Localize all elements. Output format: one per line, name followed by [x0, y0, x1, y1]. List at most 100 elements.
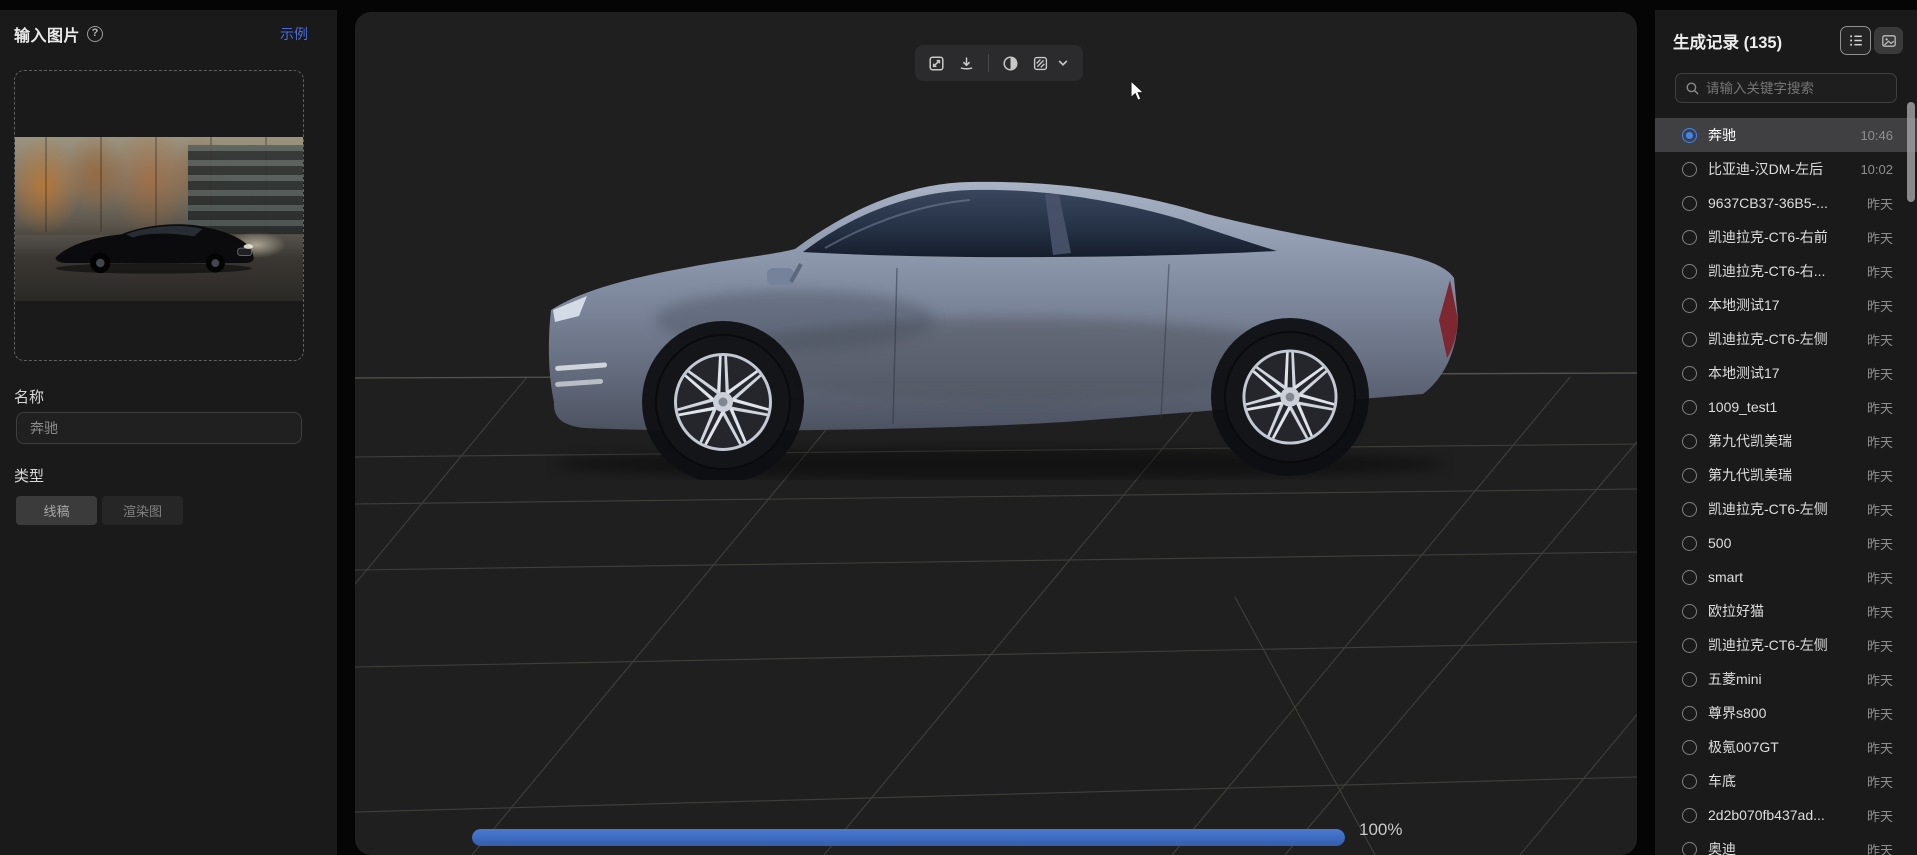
download-icon[interactable] [958, 55, 975, 72]
record-radio[interactable] [1682, 774, 1697, 789]
record-radio[interactable] [1682, 196, 1697, 211]
record-radio[interactable] [1682, 672, 1697, 687]
record-time: 昨天 [1867, 568, 1893, 587]
record-row[interactable]: 欧拉好猫 昨天 [1655, 594, 1917, 628]
record-radio[interactable] [1682, 128, 1697, 143]
record-name: 凯迪拉克-CT6-左侧 [1708, 329, 1859, 349]
record-time: 昨天 [1867, 806, 1893, 825]
image-view-button[interactable] [1874, 27, 1903, 54]
record-time: 昨天 [1867, 534, 1893, 553]
record-name: 凯迪拉克-CT6-左侧 [1708, 635, 1859, 655]
record-row[interactable]: 第九代凯美瑞 昨天 [1655, 424, 1917, 458]
model-viewport-canvas[interactable]: 100% [355, 12, 1637, 855]
record-row[interactable]: smart 昨天 [1655, 560, 1917, 594]
record-time: 昨天 [1867, 262, 1893, 281]
name-label: 名称 [14, 386, 44, 407]
progress-percent-label: 100% [1359, 820, 1402, 840]
record-time: 昨天 [1867, 840, 1893, 855]
record-time: 昨天 [1867, 602, 1893, 621]
record-name: 凯迪拉克-CT6-右前 [1708, 227, 1859, 247]
mouse-cursor [1130, 80, 1146, 102]
records-search-input[interactable] [1706, 81, 1887, 96]
record-row[interactable]: 奥迪 昨天 [1655, 832, 1917, 855]
records-search-box [1675, 73, 1897, 103]
record-time: 昨天 [1867, 228, 1893, 247]
records-scrollbar-thumb[interactable] [1907, 102, 1915, 202]
record-name: 本地测试17 [1708, 295, 1859, 315]
search-icon [1685, 81, 1700, 96]
record-time: 昨天 [1867, 330, 1893, 349]
record-row[interactable]: 凯迪拉克-CT6-右... 昨天 [1655, 254, 1917, 288]
uploaded-car-photo [15, 137, 303, 301]
viewport-toolbar [915, 45, 1083, 81]
record-row[interactable]: 凯迪拉克-CT6-左侧 昨天 [1655, 628, 1917, 662]
record-row[interactable]: 车底 昨天 [1655, 764, 1917, 798]
record-name: 凯迪拉克-CT6-左侧 [1708, 499, 1859, 519]
record-radio[interactable] [1682, 740, 1697, 755]
record-row[interactable]: 本地测试17 昨天 [1655, 288, 1917, 322]
example-link[interactable]: 示例 [280, 24, 308, 44]
record-name: 2d2b070fb437ad... [1708, 807, 1859, 823]
record-row[interactable]: 五菱mini 昨天 [1655, 662, 1917, 696]
image-upload-dropzone[interactable] [14, 70, 304, 361]
chevron-down-icon[interactable] [1056, 56, 1070, 70]
record-name: 比亚迪-汉DM-左后 [1708, 159, 1852, 179]
record-row[interactable]: 极氪007GT 昨天 [1655, 730, 1917, 764]
help-icon[interactable]: ? [87, 26, 103, 42]
progress-fill [472, 829, 1345, 846]
type-label: 类型 [14, 465, 44, 486]
record-radio[interactable] [1682, 502, 1697, 517]
expand-icon[interactable] [928, 55, 945, 72]
record-row[interactable]: 本地测试17 昨天 [1655, 356, 1917, 390]
record-row[interactable]: 9637CB37-36B5-... 昨天 [1655, 186, 1917, 220]
record-radio[interactable] [1682, 706, 1697, 721]
record-name: 极氪007GT [1708, 737, 1859, 757]
record-name: 五菱mini [1708, 669, 1859, 689]
record-radio[interactable] [1682, 298, 1697, 313]
record-name: 尊界s800 [1708, 703, 1859, 723]
record-radio[interactable] [1682, 604, 1697, 619]
record-radio[interactable] [1682, 264, 1697, 279]
record-radio[interactable] [1682, 366, 1697, 381]
record-radio[interactable] [1682, 808, 1697, 823]
input-panel: 输入图片 ? 示例 名称 类型 线稿 [0, 10, 337, 855]
record-row[interactable]: 奔驰 10:46 [1655, 118, 1917, 152]
type-button-render[interactable]: 渲染图 [102, 496, 183, 525]
record-radio[interactable] [1682, 842, 1697, 855]
view-toggle-group [1840, 26, 1903, 55]
input-panel-header: 输入图片 ? 示例 [14, 22, 308, 46]
record-row[interactable]: 凯迪拉克-CT6-左侧 昨天 [1655, 322, 1917, 356]
record-row[interactable]: 比亚迪-汉DM-左后 10:02 [1655, 152, 1917, 186]
record-radio[interactable] [1682, 570, 1697, 585]
record-row[interactable]: 1009_test1 昨天 [1655, 390, 1917, 424]
record-time: 昨天 [1867, 466, 1893, 485]
record-radio[interactable] [1682, 230, 1697, 245]
record-row[interactable]: 凯迪拉克-CT6-右前 昨天 [1655, 220, 1917, 254]
record-radio[interactable] [1682, 638, 1697, 653]
record-row[interactable]: 第九代凯美瑞 昨天 [1655, 458, 1917, 492]
material-icon[interactable] [1032, 55, 1049, 72]
record-name: 奔驰 [1708, 125, 1852, 145]
record-time: 昨天 [1867, 432, 1893, 451]
record-time: 昨天 [1867, 704, 1893, 723]
type-button-group: 线稿 渲染图 [16, 496, 183, 525]
record-radio[interactable] [1682, 162, 1697, 177]
record-name: 本地测试17 [1708, 363, 1859, 383]
record-name: 凯迪拉克-CT6-右... [1708, 261, 1859, 281]
record-radio[interactable] [1682, 332, 1697, 347]
record-row[interactable]: 500 昨天 [1655, 526, 1917, 560]
record-row[interactable]: 尊界s800 昨天 [1655, 696, 1917, 730]
records-list: 奔驰 10:46 比亚迪-汉DM-左后 10:02 9637CB37-36B5-… [1655, 118, 1917, 855]
list-view-button[interactable] [1840, 26, 1871, 55]
record-radio[interactable] [1682, 434, 1697, 449]
contrast-icon[interactable] [1002, 55, 1019, 72]
name-input[interactable] [16, 412, 302, 444]
record-row[interactable]: 2d2b070fb437ad... 昨天 [1655, 798, 1917, 832]
record-time: 昨天 [1867, 364, 1893, 383]
record-time: 昨天 [1867, 636, 1893, 655]
record-radio[interactable] [1682, 536, 1697, 551]
record-radio[interactable] [1682, 400, 1697, 415]
type-button-sketch[interactable]: 线稿 [16, 496, 97, 525]
record-radio[interactable] [1682, 468, 1697, 483]
record-row[interactable]: 凯迪拉克-CT6-左侧 昨天 [1655, 492, 1917, 526]
